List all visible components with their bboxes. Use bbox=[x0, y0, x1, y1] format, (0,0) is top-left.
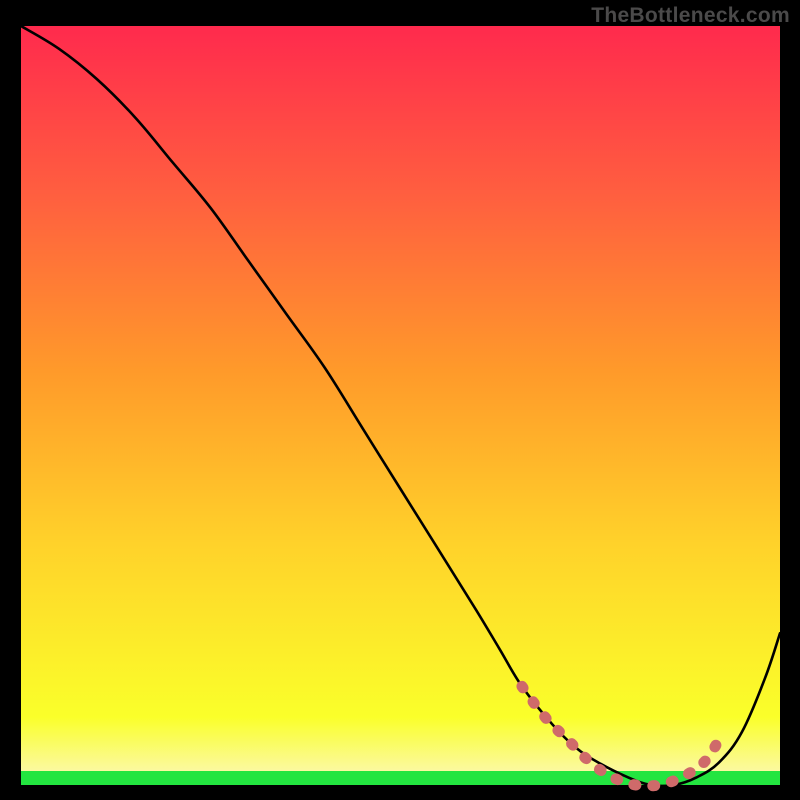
watermark-label: TheBottleneck.com bbox=[591, 4, 790, 28]
pale-band bbox=[21, 717, 780, 771]
bottleneck-chart bbox=[0, 0, 800, 800]
chart-stage: TheBottleneck.com bbox=[0, 0, 800, 800]
heat-gradient bbox=[21, 26, 780, 717]
